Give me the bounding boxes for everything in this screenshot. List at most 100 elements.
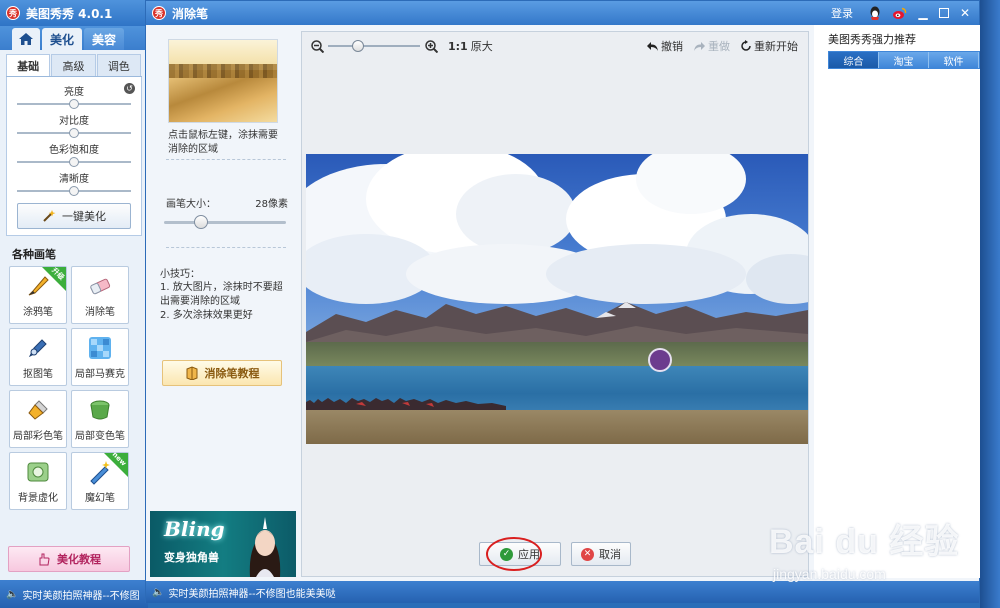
ad-portrait-image — [249, 517, 281, 577]
maximize-button[interactable] — [939, 8, 949, 18]
restart-button[interactable]: 重新开始 — [740, 38, 798, 54]
original-size-button[interactable]: 原大 — [471, 38, 493, 54]
doodle-pen-label: 涂鸦笔 — [23, 307, 53, 318]
brightness-slider[interactable] — [17, 99, 131, 109]
zoom-knob[interactable] — [352, 40, 364, 52]
saturation-slider[interactable] — [17, 157, 131, 167]
brush-size-knob[interactable] — [194, 215, 208, 229]
adjust-brightness: 亮度 — [13, 83, 135, 109]
contrast-slider[interactable] — [17, 128, 131, 138]
qq-icon[interactable] — [867, 5, 883, 21]
eraser-tutorial-button[interactable]: 消除笔教程 — [162, 360, 282, 386]
home-icon — [19, 33, 33, 45]
sharpness-label: 清晰度 — [59, 174, 89, 185]
tips-list: 1. 放大图片，涂抹时不要超出需要消除的区域 2. 多次涂抹效果更好 — [160, 281, 290, 323]
minimize-button[interactable]: ▁ — [915, 5, 931, 21]
redo-label: 重做 — [708, 40, 730, 53]
eraser-label: 消除笔 — [85, 307, 115, 318]
redo-button[interactable]: 重做 — [693, 38, 730, 54]
close-button[interactable]: ✕ — [957, 5, 973, 21]
undo-button[interactable]: 撤销 — [646, 38, 683, 54]
contrast-slider-knob[interactable] — [69, 128, 79, 138]
brush-size-slider[interactable] — [164, 215, 286, 229]
main-app-window: 秀 美图秀秀 4.0.1 美化 美容 基础 高级 调色 ↺ 亮度 对比度 色彩饱… — [0, 0, 148, 608]
zoom-in-icon[interactable] — [424, 39, 438, 53]
saturation-slider-knob[interactable] — [69, 157, 79, 167]
brush-magic-pen[interactable]: new 魔幻笔 — [71, 450, 129, 510]
recommendation-title: 美图秀秀强力推荐 — [828, 33, 916, 46]
mosaic-label: 局部马赛克 — [75, 369, 125, 380]
book-icon — [186, 366, 197, 380]
subtab-color[interactable]: 调色 — [96, 54, 141, 76]
apply-button[interactable]: ✓ 应用 — [479, 537, 561, 571]
subtab-advanced[interactable]: 高级 — [51, 54, 96, 76]
mosaic-icon — [87, 335, 113, 361]
weibo-icon[interactable] — [891, 5, 907, 21]
brushes-section-title: 各种画笔 — [12, 248, 56, 261]
adjust-panel: ↺ 亮度 对比度 色彩饱和度 清晰度 一键美化 — [6, 77, 142, 236]
brush-eraser[interactable]: 消除笔 — [71, 266, 129, 324]
tab-beautify[interactable]: 美化 — [42, 28, 83, 50]
restart-icon — [741, 40, 751, 51]
brightness-slider-knob[interactable] — [69, 99, 79, 109]
recommendation-tabs: 综合 淘宝 软件 — [828, 51, 980, 69]
sharpness-slider-knob[interactable] — [69, 186, 79, 196]
sharpness-slider[interactable] — [17, 186, 131, 196]
dialog-title-actions: 登录 ▁ ✕ — [831, 1, 979, 25]
undo-label: 撤销 — [661, 40, 683, 53]
color-brush-icon — [25, 397, 51, 423]
reco-tab-software[interactable]: 软件 — [929, 52, 979, 68]
canvas-toolbar: 1:1 原大 撤销 重做 重新开始 — [302, 32, 808, 60]
reco-tab-taobao[interactable]: 淘宝 — [879, 52, 929, 68]
brush-mosaic[interactable]: 局部马赛克 — [71, 328, 129, 386]
subtab-basic[interactable]: 基础 — [6, 54, 51, 76]
brush-cutout-pen[interactable]: 抠图笔 — [9, 328, 67, 386]
cancel-button[interactable]: ✕ 取消 — [571, 542, 631, 566]
separator — [166, 247, 286, 248]
brush-grid: 升级 涂鸦笔 消除笔 抠图笔 局部马赛克 局部彩色笔 局部变色笔 背景虚化 ne… — [9, 266, 148, 510]
restart-label: 重新开始 — [754, 40, 798, 53]
brush-background-blur[interactable]: 背景虚化 — [9, 452, 67, 510]
main-status-text: 实时美颜拍照神器--不修图 — [22, 590, 140, 602]
tab-beauty[interactable]: 美容 — [84, 28, 125, 50]
history-controls: 撤销 重做 重新开始 — [646, 32, 798, 60]
adjust-saturation: 色彩饱和度 — [13, 141, 135, 167]
dialog-action-bar: ✓ 应用 ✕ 取消 — [302, 537, 808, 571]
main-window-edge — [980, 0, 1000, 608]
photo-canvas[interactable] — [306, 154, 808, 444]
eraser-tutorial-label: 消除笔教程 — [204, 367, 260, 380]
login-link[interactable]: 登录 — [831, 5, 853, 21]
reco-tab-general[interactable]: 综合 — [829, 52, 879, 68]
dialog-titlebar: 秀 消除笔 登录 ▁ ✕ — [146, 1, 979, 25]
eraser-icon — [87, 273, 113, 299]
brush-recolor[interactable]: 局部变色笔 — [71, 390, 129, 448]
eraser-dialog: 秀 消除笔 登录 ▁ ✕ 点击鼠标左键，涂抹需要消除的区域 画笔大小： 28像素… — [145, 0, 980, 603]
recolor-bucket-icon — [87, 397, 113, 423]
main-status-bar: 🔈 实时美颜拍照神器--不修图 — [0, 580, 148, 608]
contrast-label: 对比度 — [59, 116, 89, 127]
beautify-tutorial-button[interactable]: 美化教程 — [8, 546, 130, 572]
redo-icon — [694, 41, 705, 51]
brush-color-brush[interactable]: 局部彩色笔 — [9, 390, 67, 448]
zoom-out-icon[interactable] — [310, 39, 324, 53]
main-app-title: 美图秀秀 4.0.1 — [26, 6, 113, 21]
reset-icon[interactable]: ↺ — [124, 83, 135, 94]
brush-cursor — [648, 348, 672, 372]
recolor-label: 局部变色笔 — [75, 431, 125, 442]
tab-home[interactable] — [12, 28, 40, 50]
magic-wand-icon — [43, 210, 56, 222]
beautify-tutorial-label: 美化教程 — [57, 553, 101, 566]
eraser-tool-panel: 点击鼠标左键，涂抹需要消除的区域 画笔大小： 28像素 小技巧： 1. 放大图片… — [146, 25, 296, 578]
main-tabs: 美化 美容 — [0, 26, 148, 50]
actual-size-ratio[interactable]: 1:1 — [448, 40, 468, 53]
cancel-label: 取消 — [599, 548, 621, 561]
one-click-beautify-button[interactable]: 一键美化 — [17, 203, 131, 229]
dialog-title: 消除笔 — [172, 6, 209, 21]
tip-item: 2. 多次涂抹效果更好 — [160, 310, 253, 321]
dialog-status-bar: 🔈 实时美颜拍照神器--不修图也能美美哒 — [146, 581, 979, 603]
brush-doodle-pen[interactable]: 升级 涂鸦笔 — [9, 266, 67, 324]
ad-banner[interactable]: Bling 变身独角兽 — [150, 511, 296, 577]
zoom-slider[interactable] — [328, 40, 420, 52]
separator — [166, 159, 286, 160]
background-blur-icon — [25, 459, 51, 485]
